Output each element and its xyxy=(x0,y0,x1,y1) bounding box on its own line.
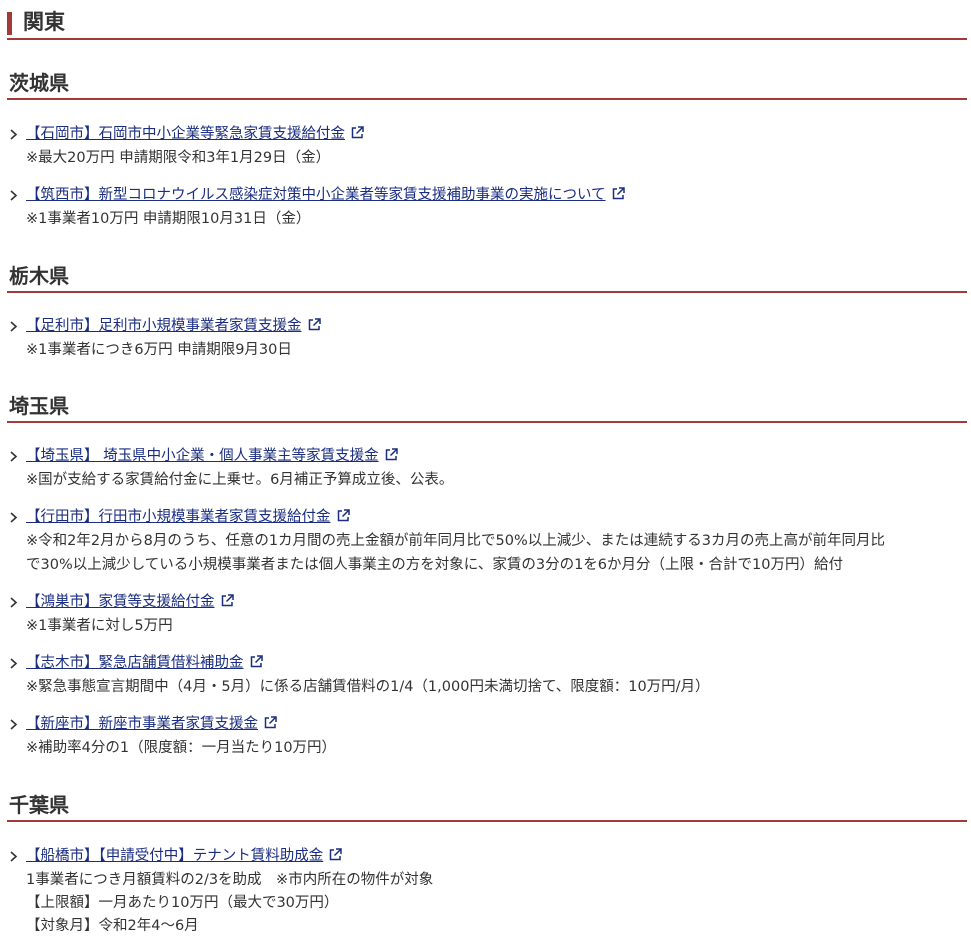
prefecture-title: 埼玉県 xyxy=(9,394,69,418)
item-note: ※1事業者10万円 申請期限10月31日（金） xyxy=(26,211,311,227)
external-link-icon xyxy=(221,594,234,607)
chevron-right-icon xyxy=(10,451,18,462)
external-link-icon xyxy=(351,126,364,139)
prefecture-heading-tochigi: 栃木県 xyxy=(7,263,967,293)
item-note: 【対象月】令和2年4～6月 xyxy=(26,918,199,934)
region-title: 関東 xyxy=(23,10,65,34)
item-note: 【上限額】一月あたり10万円（最大で30万円） xyxy=(26,895,339,911)
chevron-right-icon xyxy=(10,658,18,669)
item-link[interactable]: 【石岡市】石岡市中小企業等緊急家賃支援給付金 xyxy=(26,124,364,144)
prefecture-heading-chiba: 千葉県 xyxy=(7,792,967,822)
chevron-right-icon xyxy=(10,851,18,862)
chevron-right-icon xyxy=(10,597,18,608)
chevron-right-icon xyxy=(10,719,18,730)
external-link-icon xyxy=(308,318,321,331)
item-note: ※1事業者につき6万円 申請期限9月30日 xyxy=(26,342,292,358)
item-note: で30%以上減少している小規模事業者または個人事業主の方を対象に、家賃の3分の1… xyxy=(26,557,843,573)
item-note: ※令和2年2月から8月のうち、任意の1カ月間の売上金額が前年同月比で50%以上減… xyxy=(26,533,885,549)
chevron-right-icon xyxy=(10,190,18,201)
item-link[interactable]: 【筑西市】新型コロナウイルス感染症対策中小企業者等家賃支援補助事業の実施について xyxy=(26,185,625,205)
item-note: ※補助率4分の1（限度額：一月当たり10万円） xyxy=(26,740,337,756)
item-note: 1事業者につき月額賃料の2/3を助成 ※市内所在の物件が対象 xyxy=(26,872,434,888)
external-link-icon xyxy=(612,187,625,200)
item-link[interactable]: 【新座市】新座市事業者家賃支援金 xyxy=(26,714,277,734)
chevron-right-icon xyxy=(10,512,18,523)
prefecture-title: 千葉県 xyxy=(9,793,69,817)
item-link[interactable]: 【志木市】緊急店舗賃借料補助金 xyxy=(26,653,263,673)
item-link[interactable]: 【行田市】行田市小規模事業者家賃支援給付金 xyxy=(26,507,350,527)
external-link-icon xyxy=(337,509,350,522)
chevron-right-icon xyxy=(10,129,18,140)
region-heading: 関東 xyxy=(7,4,967,40)
item-link[interactable]: 【埼玉県】 埼玉県中小企業・個人事業主等家賃支援金 xyxy=(26,446,398,466)
heading-accent-bar xyxy=(7,12,12,35)
external-link-icon xyxy=(385,448,398,461)
chevron-right-icon xyxy=(10,321,18,332)
external-link-icon xyxy=(330,848,342,861)
prefecture-heading-ibaraki: 茨城県 xyxy=(7,70,967,100)
page: 関東 茨城県 【石岡市】石岡市中小企業等緊急家賃支援給付金 ※最大20万円 申請… xyxy=(0,0,971,947)
item-note: ※最大20万円 申請期限令和3年1月29日（金） xyxy=(26,150,331,166)
prefecture-title: 栃木県 xyxy=(9,264,69,288)
prefecture-title: 茨城県 xyxy=(9,71,69,95)
item-note: ※緊急事態宣言期間中（4月・5月）に係る店舗賃借料の1/4（1,000円未満切捨… xyxy=(26,679,710,695)
item-note: ※国が支給する家賃給付金に上乗せ。6月補正予算成立後、公表。 xyxy=(26,472,454,488)
external-link-icon xyxy=(264,716,277,729)
external-link-icon xyxy=(250,655,263,668)
item-link[interactable]: 【船橋市】【申請受付中】テナント賃料助成金 xyxy=(26,846,342,866)
item-link[interactable]: 【足利市】足利市小規模事業者家賃支援金 xyxy=(26,316,321,336)
prefecture-heading-saitama: 埼玉県 xyxy=(7,393,967,423)
item-note: ※1事業者に対し5万円 xyxy=(26,618,173,634)
item-link[interactable]: 【鴻巣市】家賃等支援給付金 xyxy=(26,592,234,612)
